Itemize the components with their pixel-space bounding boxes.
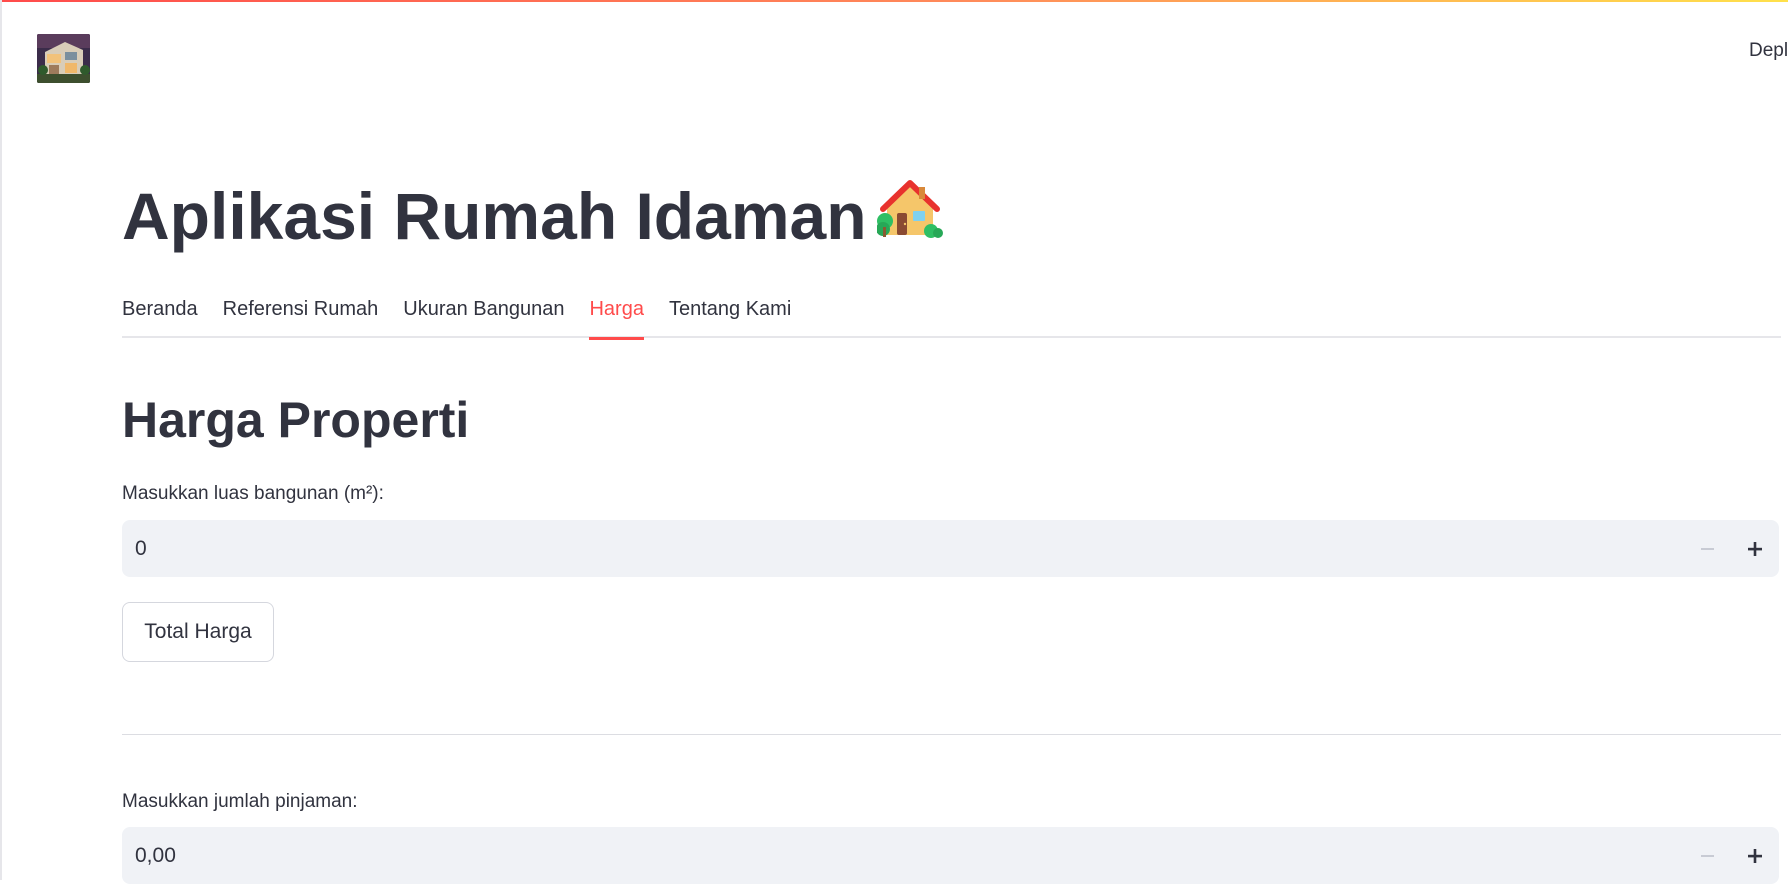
tab-tentang-kami[interactable]: Tentang Kami <box>669 290 791 338</box>
loan-amount-input[interactable]: 0,00 <box>122 827 1779 884</box>
loan-amount-label: Masukkan jumlah pinjaman: <box>122 791 358 812</box>
building-area-input[interactable]: 0 <box>122 520 1779 577</box>
tab-beranda[interactable]: Beranda <box>122 290 198 338</box>
building-area-label: Masukkan luas bangunan (m²): <box>122 483 384 504</box>
building-area-increment-button[interactable] <box>1731 520 1779 577</box>
app-logo[interactable] <box>37 34 90 83</box>
tab-bar: Beranda Referensi Rumah Ukuran Bangunan … <box>122 290 1781 340</box>
left-edge-divider <box>0 0 2 880</box>
house-with-garden-icon <box>875 176 943 256</box>
plus-icon <box>1748 848 1762 863</box>
top-decoration-bar <box>0 0 1788 2</box>
minus-icon <box>1700 854 1714 857</box>
plus-icon <box>1748 541 1762 556</box>
tab-harga[interactable]: Harga <box>589 290 645 340</box>
app-title: Aplikasi Rumah Idaman <box>122 176 943 256</box>
building-area-decrement-button[interactable] <box>1683 520 1731 577</box>
tab-referensi-rumah[interactable]: Referensi Rumah <box>223 290 379 338</box>
house-photo-icon <box>37 34 90 83</box>
minus-icon <box>1700 547 1714 550</box>
total-price-button[interactable]: Total Harga <box>122 602 274 662</box>
deploy-button[interactable]: Depl <box>1749 40 1788 62</box>
loan-amount-decrement-button[interactable] <box>1683 827 1731 884</box>
section-divider <box>122 734 1781 735</box>
building-area-value[interactable]: 0 <box>122 537 1683 561</box>
app-title-text: Aplikasi Rumah Idaman <box>122 179 867 253</box>
loan-amount-value[interactable]: 0,00 <box>122 844 1683 868</box>
section-heading: Harga Properti <box>122 392 470 448</box>
loan-amount-increment-button[interactable] <box>1731 827 1779 884</box>
tab-ukuran-bangunan[interactable]: Ukuran Bangunan <box>403 290 564 338</box>
